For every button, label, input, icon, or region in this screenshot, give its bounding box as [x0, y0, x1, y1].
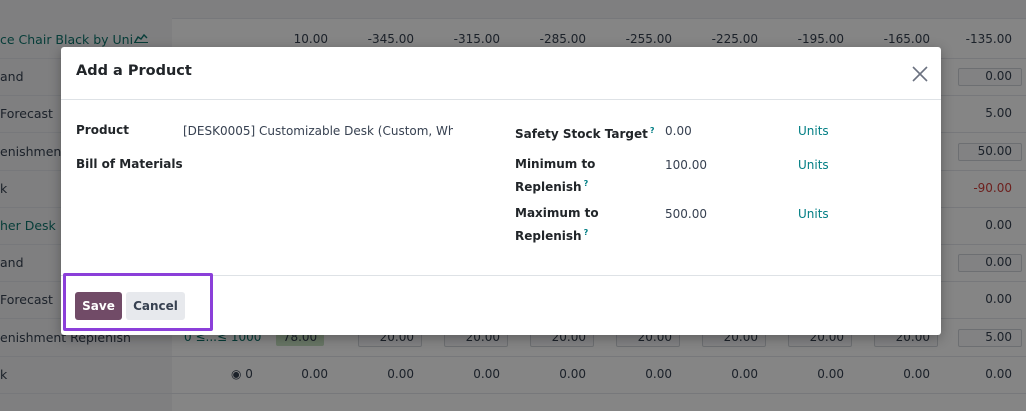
max-replenish-label: Maximum to Replenish? [515, 204, 599, 246]
help-tooltip-icon[interactable]: ? [650, 126, 655, 135]
bom-field[interactable] [183, 155, 453, 174]
product-label: Product [76, 123, 129, 137]
min-replenish-field[interactable]: 100.00 [665, 156, 707, 175]
safety-stock-unit: Units [798, 124, 829, 138]
max-replenish-field[interactable]: 500.00 [665, 205, 707, 224]
help-tooltip-icon[interactable]: ? [584, 228, 589, 237]
close-button[interactable] [909, 63, 931, 85]
dialog-header: Add a Product [61, 47, 941, 100]
bom-label: Bill of Materials [76, 157, 183, 171]
safety-stock-label-text: Safety Stock Target [515, 127, 648, 141]
help-tooltip-icon[interactable]: ? [584, 179, 589, 188]
min-replenish-label-line2: Replenish [515, 180, 582, 194]
min-replenish-label: Minimum to Replenish? [515, 155, 595, 197]
min-replenish-unit: Units [798, 158, 829, 172]
dialog-title: Add a Product [76, 63, 192, 79]
safety-stock-label: Safety Stock Target? [515, 121, 655, 144]
highlight-box [63, 273, 213, 331]
min-replenish-label-line1: Minimum to [515, 157, 596, 171]
max-replenish-label-line2: Replenish [515, 229, 582, 243]
max-replenish-unit: Units [798, 207, 829, 221]
close-icon [912, 66, 928, 82]
safety-stock-field[interactable]: 0.00 [665, 122, 692, 141]
max-replenish-label-line1: Maximum to [515, 206, 599, 220]
product-field[interactable]: [DESK0005] Customizable Desk (Custom, Wh… [183, 122, 453, 141]
